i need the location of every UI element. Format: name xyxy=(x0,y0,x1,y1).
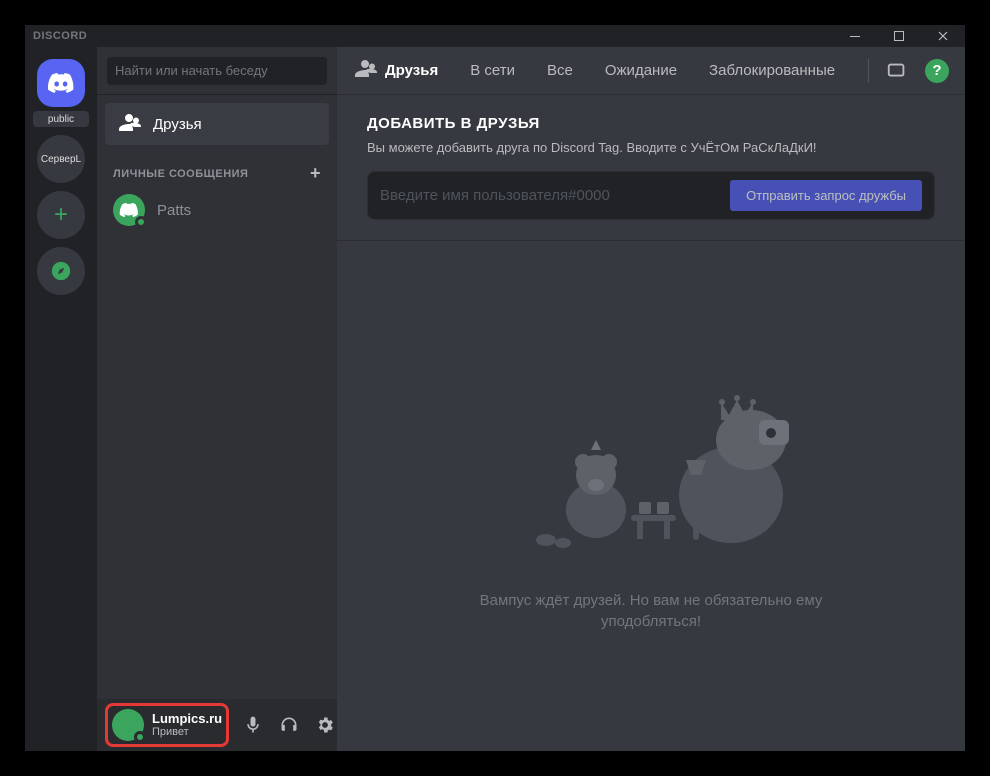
close-button[interactable] xyxy=(929,26,957,46)
help-button[interactable]: ? xyxy=(925,59,949,83)
friends-icon xyxy=(117,110,141,138)
main-header-title: Друзья xyxy=(385,62,438,79)
window-controls xyxy=(841,26,957,46)
search-container xyxy=(97,47,337,95)
minimize-button[interactable] xyxy=(841,26,869,46)
status-indicator xyxy=(135,216,147,228)
add-friend-title: ДОБАВИТЬ В ДРУЗЬЯ xyxy=(367,115,935,132)
dm-item-name: Patts xyxy=(157,202,191,219)
user-status-indicator xyxy=(134,731,146,743)
server-list: public СерверL + xyxy=(25,47,97,751)
tab-pending[interactable]: Ожидание xyxy=(597,60,685,81)
home-button[interactable] xyxy=(37,59,85,107)
user-info-button[interactable]: Lumpics.ru Привет xyxy=(105,703,229,747)
mute-button[interactable] xyxy=(237,709,269,741)
header-actions: ? xyxy=(868,59,949,83)
avatar xyxy=(113,194,145,226)
explore-button[interactable] xyxy=(37,247,85,295)
empty-state-text: Вампус ждёт друзей. Но вам не обязательн… xyxy=(441,590,861,632)
friends-tabs: В сети Все Ожидание Заблокированные xyxy=(462,60,860,81)
divider xyxy=(868,59,869,83)
app-body: public СерверL + Друзья ЛИЧНЫЕ СООБЩЕНИЯ… xyxy=(25,47,965,751)
empty-state: Вампус ждёт друзей. Но вам не обязательн… xyxy=(337,241,965,751)
friends-icon xyxy=(353,56,377,85)
friends-nav-label: Друзья xyxy=(153,116,202,133)
settings-button[interactable] xyxy=(309,709,341,741)
main-content: Друзья В сети Все Ожидание Заблокированн… xyxy=(337,47,965,751)
add-friend-input[interactable] xyxy=(380,187,730,204)
channel-sidebar: Друзья ЛИЧНЫЕ СООБЩЕНИЯ + Patts xyxy=(97,47,337,751)
add-friend-desc: Вы можете добавить друга по Discord Tag.… xyxy=(367,140,935,155)
create-dm-button[interactable]: + xyxy=(310,163,321,184)
search-input[interactable] xyxy=(107,57,327,85)
wumpus-illustration xyxy=(461,360,841,560)
add-friend-input-row: Отправить запрос дружбы xyxy=(367,171,935,220)
maximize-button[interactable] xyxy=(885,26,913,46)
add-friend-section: ДОБАВИТЬ В ДРУЗЬЯ Вы можете добавить дру… xyxy=(337,95,965,241)
user-text: Lumpics.ru Привет xyxy=(152,711,222,740)
tab-online[interactable]: В сети xyxy=(462,60,523,81)
main-header: Друзья В сети Все Ожидание Заблокированн… xyxy=(337,47,965,95)
deafen-button[interactable] xyxy=(273,709,305,741)
tab-blocked[interactable]: Заблокированные xyxy=(701,60,843,81)
app-window: DISCORD public СерверL + xyxy=(25,25,965,751)
user-panel: Lumpics.ru Привет xyxy=(97,699,337,751)
dm-item[interactable]: Patts xyxy=(105,189,329,231)
dm-header-label: ЛИЧНЫЕ СООБЩЕНИЯ xyxy=(113,168,248,180)
send-request-button[interactable]: Отправить запрос дружбы xyxy=(730,180,922,211)
dm-header: ЛИЧНЫЕ СООБЩЕНИЯ + xyxy=(97,147,337,188)
user-name: Lumpics.ru xyxy=(152,711,222,727)
tab-all[interactable]: Все xyxy=(539,60,581,81)
user-status-text: Привет xyxy=(152,726,222,739)
add-server-button[interactable]: + xyxy=(37,191,85,239)
user-avatar xyxy=(112,709,144,741)
server-public-label: public xyxy=(33,111,89,127)
new-group-dm-button[interactable] xyxy=(885,59,909,83)
server-item[interactable]: СерверL xyxy=(37,135,85,183)
user-controls xyxy=(237,709,341,741)
titlebar: DISCORD xyxy=(25,25,965,47)
window-title: DISCORD xyxy=(33,30,87,42)
friends-nav-item[interactable]: Друзья xyxy=(105,103,329,145)
